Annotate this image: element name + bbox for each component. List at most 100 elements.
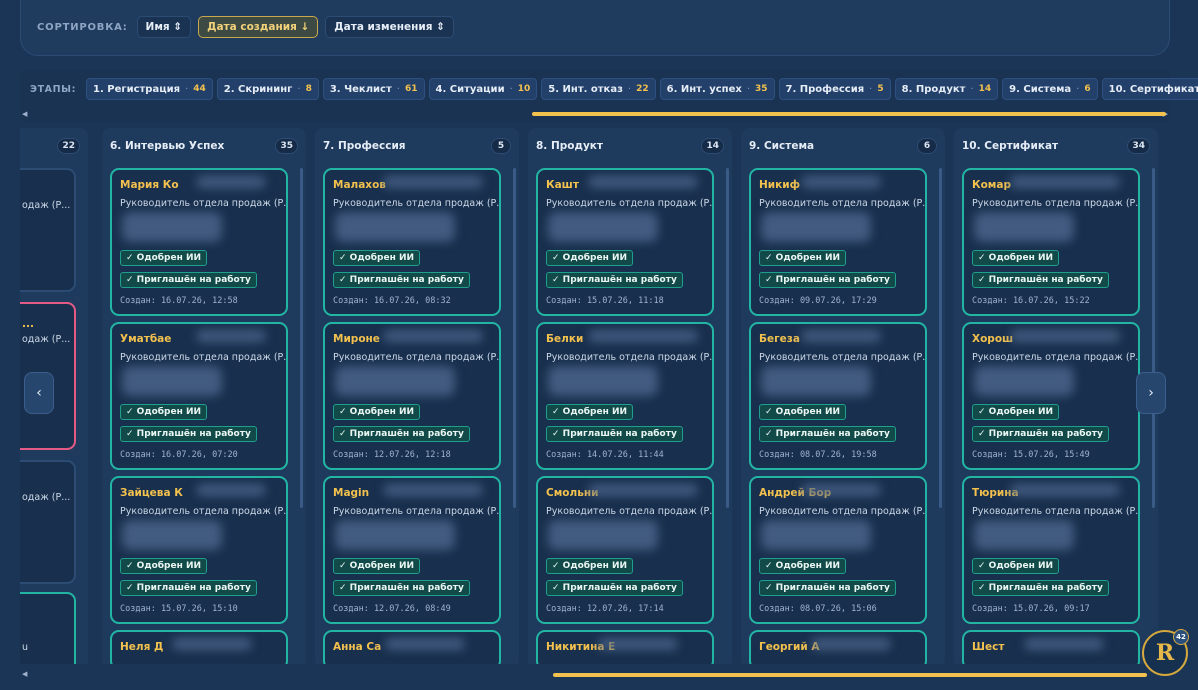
stage-column: 8. Продукт 14 Кашт Руководитель отдела прод…	[528, 128, 732, 664]
column-scrollbar[interactable]	[300, 168, 303, 508]
stage-chip[interactable]: 1. Регистрация · 44	[86, 78, 213, 100]
candidate-name: Мироне	[333, 333, 380, 345]
stage-chip[interactable]: 5. Инт. отказ · 22	[541, 78, 656, 100]
candidate-name: Бегеза	[759, 333, 800, 345]
candidate-card[interactable]: Малахов Руководитель отдела продаж (Р... ✓…	[323, 168, 501, 316]
candidate-card[interactable]: Анна Са	[323, 630, 501, 664]
stage-name: 5. Инт. отказ	[548, 83, 623, 95]
candidate-card[interactable]: Зайцева К Руководитель отдела продаж (Р..…	[110, 476, 288, 624]
chevron-right-icon: ›	[1148, 385, 1154, 401]
approved-ai-badge: ✓ Одобрен ИИ	[546, 558, 634, 574]
sort-panel: СОРТИРОВКА: Имя ⇕ Дата создания ↓ Дата и…	[20, 0, 1170, 56]
redacted-area	[1010, 484, 1120, 496]
invited-badge: ✓ Приглашён на работу	[333, 272, 470, 288]
candidate-card[interactable]: Андрей Бор Руководитель отдела продаж (Р.…	[749, 476, 927, 624]
column-scrollbar[interactable]	[1152, 168, 1155, 508]
candidate-role: Руководитель отдела продаж (Р...	[546, 352, 714, 363]
stage-chip[interactable]: 3. Чеклист · 61	[322, 78, 425, 100]
sort-by-name-button[interactable]: Имя ⇕	[136, 16, 192, 38]
candidate-card[interactable]: Шест	[962, 630, 1140, 664]
board-prev-button[interactable]: ‹	[24, 372, 54, 414]
candidate-role: Руководитель отдела продаж (Р...	[759, 352, 927, 363]
board-next-button[interactable]: ›	[1136, 372, 1166, 414]
candidate-card[interactable]: u	[20, 592, 76, 664]
candidate-card[interactable]: Мария Ко Руководитель отдела продаж (Р...…	[110, 168, 288, 316]
created-date: Создан: 16.07.26, 15:22	[972, 296, 1090, 306]
stages-label: ЭТАПЫ:	[30, 83, 76, 95]
created-date: Создан: 12.07.26, 08:49	[333, 604, 451, 614]
redacted-area	[1010, 176, 1120, 188]
approved-ai-badge: ✓ Одобрен ИИ	[972, 558, 1060, 574]
stage-count: 8	[305, 84, 312, 94]
stage-chip[interactable]: 10. Сертификат·34	[1101, 78, 1198, 100]
created-date: Создан: 09.07.26, 17:29	[759, 296, 877, 306]
redacted-area	[761, 212, 871, 242]
redacted-area	[1010, 330, 1120, 342]
stage-name: 6. Инт. успех	[666, 83, 742, 95]
approved-ai-badge: ✓ Одобрен ИИ	[333, 404, 421, 420]
redacted-area	[172, 638, 252, 650]
scroll-left-arrow-icon[interactable]: ◀	[22, 110, 27, 118]
candidate-card[interactable]: Уматбае Руководитель отдела продаж (Р... ✓…	[110, 322, 288, 470]
stage-count: 22	[636, 84, 649, 94]
redacted-area	[1024, 638, 1104, 650]
stage-separator: ·	[627, 83, 632, 95]
stage-chip[interactable]: 8. Продукт · 14	[894, 78, 999, 100]
stage-name: 4. Ситуации	[435, 83, 505, 95]
redacted-area	[598, 638, 678, 650]
stage-chip[interactable]: 4. Ситуации · 10	[428, 78, 538, 100]
candidate-role: Руководитель отдела продаж (Р...	[120, 198, 288, 209]
redacted-area	[335, 366, 455, 396]
redacted-area	[548, 212, 658, 242]
approved-ai-badge: ✓ Одобрен ИИ	[120, 558, 208, 574]
candidate-name: Кашт	[546, 179, 579, 191]
candidate-card[interactable]: Белки Руководитель отдела продаж (Р... ✓ О…	[536, 322, 714, 470]
app-logo[interactable]: R 42	[1142, 629, 1189, 676]
bottom-scroll-left-icon[interactable]: ◀	[22, 670, 27, 678]
candidate-card[interactable]: Георгий А	[749, 630, 927, 664]
board-scrollbar-thumb[interactable]	[553, 673, 1147, 677]
created-date: Создан: 12.07.26, 17:14	[546, 604, 664, 614]
column-scrollbar[interactable]	[939, 168, 942, 508]
stage-name: 10. Сертификат	[1108, 83, 1198, 95]
candidate-card[interactable]: Никиф Руководитель отдела продаж (Р... ✓ О…	[749, 168, 927, 316]
candidate-card[interactable]: Тюрина Руководитель отдела продаж (Р... ✓ …	[962, 476, 1140, 624]
redacted-area	[588, 484, 698, 496]
approved-ai-badge: ✓ Одобрен ИИ	[546, 250, 634, 266]
stage-chip[interactable]: 2. Скрининг · 8	[216, 78, 319, 100]
stages-scrollbar-thumb[interactable]	[532, 112, 1166, 116]
stage-name: 2. Скрининг	[223, 83, 293, 95]
stage-name: 1. Регистрация	[93, 83, 181, 95]
candidate-card[interactable]: Кашт Руководитель отдела продаж (Р... ✓ Од…	[536, 168, 714, 316]
approved-ai-badge: ✓ Одобрен ИИ	[333, 250, 421, 266]
sort-by-modified-button[interactable]: Дата изменения ⇕	[325, 16, 454, 38]
created-date: Создан: 15.07.26, 15:10	[120, 604, 238, 614]
stage-name: 7. Профессия	[785, 83, 865, 95]
invited-badge: ✓ Приглашён на работу	[759, 272, 896, 288]
column-scrollbar[interactable]	[513, 168, 516, 508]
column-title: 10. Сертификат	[962, 140, 1059, 152]
candidate-card[interactable]: одаж (Р...	[20, 168, 76, 292]
column-scrollbar[interactable]	[726, 168, 729, 508]
candidate-card[interactable]: Смольни Руководитель отдела продаж (Р... ✓…	[536, 476, 714, 624]
stage-count: 35	[755, 84, 768, 94]
candidate-card[interactable]: Неля Д	[110, 630, 288, 664]
candidate-role: Руководитель отдела продаж (Р...	[972, 198, 1140, 209]
stage-chip[interactable]: 7. Профессия · 5	[778, 78, 891, 100]
candidate-name: Неля Д	[120, 641, 164, 653]
candidate-card[interactable]: Magin Руководитель отдела продаж (Р... ✓ О…	[323, 476, 501, 624]
redacted-area	[196, 330, 266, 342]
candidate-card[interactable]: Комар Руководитель отдела продаж (Р... ✓ О…	[962, 168, 1140, 316]
candidate-name: Зайцева К	[120, 487, 183, 499]
redacted-area	[588, 330, 698, 342]
candidate-card[interactable]: Мироне Руководитель отдела продаж (Р... ✓ …	[323, 322, 501, 470]
sort-by-created-button[interactable]: Дата создания ↓	[198, 16, 319, 38]
candidate-role: Руководитель отдела продаж (Р...	[972, 506, 1140, 517]
stage-chip[interactable]: 6. Инт. успех · 35	[659, 78, 775, 100]
candidate-card[interactable]: Бегеза Руководитель отдела продаж (Р... ✓ …	[749, 322, 927, 470]
candidate-card[interactable]: Хорош Руководитель отдела продаж (Р... ✓ О…	[962, 322, 1140, 470]
candidate-card[interactable]: одаж (Р...	[20, 460, 76, 584]
stage-chip[interactable]: 9. Система · 6	[1002, 78, 1098, 100]
stage-count: 5	[877, 84, 884, 94]
candidate-card[interactable]: Никитина Е	[536, 630, 714, 664]
